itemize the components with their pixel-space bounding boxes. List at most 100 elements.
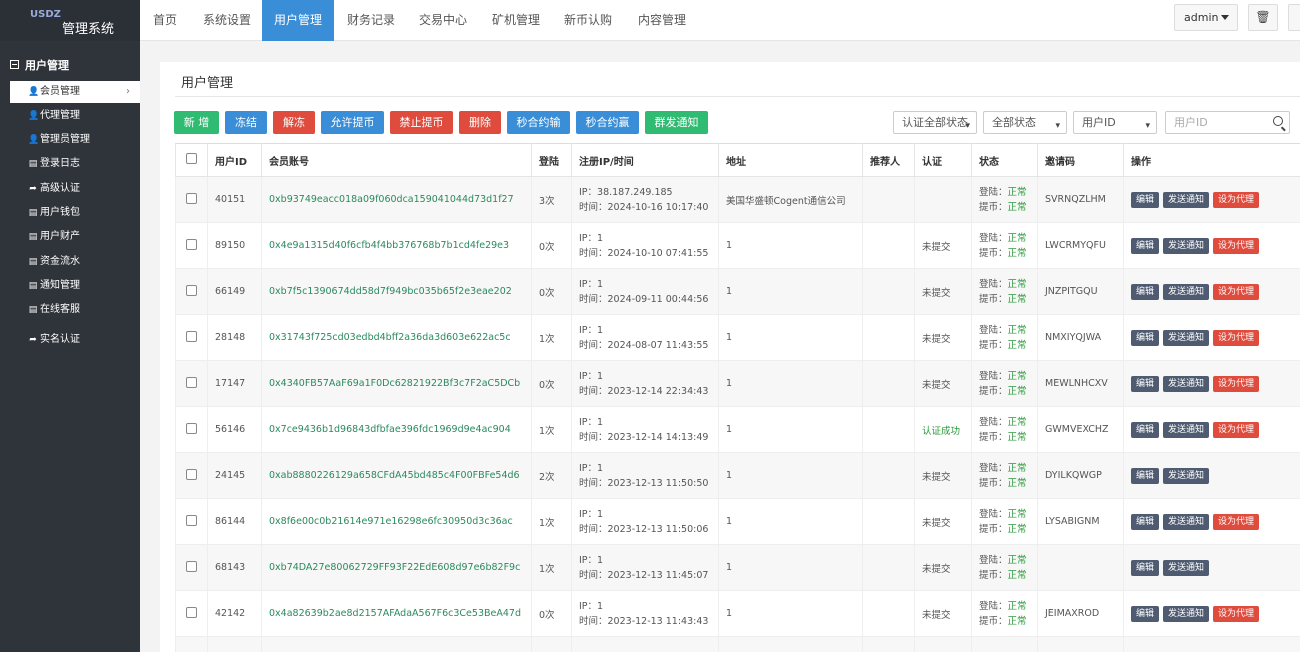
edit-button[interactable]: 编辑 [1131, 513, 1160, 530]
sidebar-item-notification-management[interactable]: ▤ 通知管理 [10, 275, 140, 297]
account-link[interactable] [261, 636, 532, 652]
freeze-button[interactable]: 冻结 [225, 111, 267, 134]
trash-button[interactable]: 🗑 [1248, 4, 1278, 31]
account-link[interactable]: 0xb7f5c1390674dd58d7f949bc035b65f2e3eae2… [261, 268, 532, 315]
send-notify-button[interactable]: 发送通知 [1163, 329, 1210, 346]
contract-win-button[interactable]: 秒合约赢 [576, 111, 639, 134]
nav-new-coin-subscription[interactable]: 新币认购 [552, 0, 624, 41]
account-link[interactable]: 0xb74DA27e80062729FF93F22EdE608d97e6b82F… [261, 544, 532, 591]
set-agent-button[interactable]: 设为代理 [1213, 605, 1260, 622]
edit-button[interactable]: 编辑 [1131, 329, 1160, 346]
edit-button[interactable]: 编辑 [1131, 237, 1160, 254]
row-checkbox[interactable] [175, 222, 208, 269]
admin-dropdown[interactable]: admin [1174, 4, 1238, 31]
row-checkbox[interactable] [175, 498, 208, 545]
set-agent-button[interactable]: 设为代理 [1213, 513, 1260, 530]
table-row[interactable]: 86144 0x8f6e00c0b21614e971e16298e6fc30950… [175, 498, 1300, 545]
forbid-withdraw-button[interactable]: 禁止提币 [390, 111, 453, 134]
row-checkbox[interactable] [175, 360, 208, 407]
edit-button[interactable]: 编辑 [1131, 421, 1160, 438]
sidebar-item-agent-management[interactable]: 👤代理管理 [10, 105, 140, 127]
table-row[interactable]: IP：1 登陆：正常 [175, 636, 1300, 652]
set-agent-button[interactable]: 设为代理 [1213, 191, 1260, 208]
account-link[interactable]: 0x7ce9436b1d96843dfbfae396fdc1969d9e4ac9… [261, 406, 532, 453]
set-agent-button[interactable]: 设为代理 [1213, 375, 1260, 392]
nav-home[interactable]: 首页 [140, 0, 190, 41]
table-row[interactable]: 28148 0x31743f725cd03edbd4bff2a36da3d603e… [175, 314, 1300, 361]
send-notify-button[interactable]: 发送通知 [1163, 237, 1210, 254]
table-row[interactable]: 89150 0x4e9a1315d40f6cfb4f4bb376768b7b1cd… [175, 222, 1300, 269]
edit-button[interactable]: 编辑 [1131, 605, 1160, 622]
col-user-id[interactable]: 用户ID [207, 143, 262, 177]
col-register-ip-time[interactable]: 注册IP/时间 [571, 143, 719, 177]
row-checkbox[interactable] [175, 406, 208, 453]
account-link[interactable]: 0x31743f725cd03edbd4bff2a36da3d603e622ac… [261, 314, 532, 361]
sidebar-item-fund-flow[interactable]: ▤ 资金流水 [10, 251, 140, 273]
table-row[interactable]: 56146 0x7ce9436b1d96843dfbfae396fdc1969d9… [175, 406, 1300, 453]
set-agent-button[interactable]: 设为代理 [1213, 283, 1260, 300]
set-agent-button[interactable]: 设为代理 [1213, 329, 1260, 346]
allow-withdraw-button[interactable]: 允许提币 [321, 111, 384, 134]
sidebar-item-member-management[interactable]: 👤会员管理 › [10, 81, 140, 103]
account-link[interactable]: 0x4a82639b2ae8d2157AFAdaA567F6c3Ce53BeA4… [261, 590, 532, 637]
col-auth[interactable]: 认证 [914, 143, 972, 177]
send-notify-button[interactable]: 发送通知 [1163, 421, 1210, 438]
col-status[interactable]: 状态 [971, 143, 1038, 177]
set-agent-button[interactable]: 设为代理 [1213, 237, 1260, 254]
edit-button[interactable]: 编辑 [1131, 191, 1160, 208]
search-icon[interactable] [1273, 116, 1283, 126]
edit-button[interactable]: 编辑 [1131, 467, 1160, 484]
row-checkbox[interactable] [175, 590, 208, 637]
send-notify-button[interactable]: 发送通知 [1163, 559, 1210, 576]
account-link[interactable]: 0xb93749eacc018a09f060dca159041044d73d1f… [261, 176, 532, 223]
nav-finance-records[interactable]: 财务记录 [336, 0, 406, 41]
search-input[interactable]: 用户ID [1165, 111, 1290, 134]
nav-miner-management[interactable]: 矿机管理 [480, 0, 552, 41]
col-invite-code[interactable]: 邀请码 [1037, 143, 1124, 177]
add-button[interactable]: 新 增 [174, 111, 219, 134]
row-checkbox[interactable] [175, 452, 208, 499]
unfreeze-button[interactable]: 解冻 [273, 111, 315, 134]
send-notify-button[interactable]: 发送通知 [1163, 191, 1210, 208]
more-button[interactable] [1288, 4, 1300, 31]
row-checkbox[interactable] [175, 636, 208, 652]
table-row[interactable]: 24145 0xab8880226129a658CFdA45bd485c4F00F… [175, 452, 1300, 499]
sidebar-item-online-support[interactable]: ▤ 在线客服 [10, 299, 140, 321]
sidebar-item-real-name-verification[interactable]: ➦ 实名认证 [10, 329, 140, 351]
sidebar-heading[interactable]: 用户管理 [10, 57, 69, 73]
table-row[interactable]: 68143 0xb74DA27e80062729FF93F22EdE608d97e… [175, 544, 1300, 591]
nav-user-management[interactable]: 用户管理 [262, 0, 334, 41]
row-checkbox[interactable] [175, 268, 208, 315]
account-link[interactable]: 0x4e9a1315d40f6cfb4f4bb376768b7b1cd4fe29… [261, 222, 532, 269]
edit-button[interactable]: 编辑 [1131, 559, 1160, 576]
search-field-select[interactable]: 用户ID ▾ [1073, 111, 1157, 134]
account-link[interactable]: 0x4340FB57AaF69a1F0Dc62821922Bf3c7F2aC5D… [261, 360, 532, 407]
col-address[interactable]: 地址 [718, 143, 863, 177]
col-account[interactable]: 会员账号 [261, 143, 532, 177]
sidebar-item-advanced-verification[interactable]: ➦ 高级认证 [10, 178, 140, 200]
set-agent-button[interactable]: 设为代理 [1213, 421, 1260, 438]
send-notify-button[interactable]: 发送通知 [1163, 605, 1210, 622]
nav-content-management[interactable]: 内容管理 [626, 0, 698, 41]
sidebar-item-user-assets[interactable]: ▤ 用户财产 [10, 226, 140, 248]
send-notify-button[interactable]: 发送通知 [1163, 375, 1210, 392]
col-logins[interactable]: 登陆 [531, 143, 572, 177]
nav-trading-center[interactable]: 交易中心 [408, 0, 478, 41]
delete-button[interactable]: 删除 [459, 111, 501, 134]
table-row[interactable]: 66149 0xb7f5c1390674dd58d7f949bc035b65f2e… [175, 268, 1300, 315]
sidebar-item-user-wallet[interactable]: ▤ 用户钱包 [10, 202, 140, 224]
mass-notify-button[interactable]: 群发通知 [645, 111, 708, 134]
sidebar-item-login-log[interactable]: ▤ 登录日志 [10, 153, 140, 175]
send-notify-button[interactable]: 发送通知 [1163, 283, 1210, 300]
select-all-checkbox[interactable] [175, 143, 208, 177]
col-referrer[interactable]: 推荐人 [862, 143, 915, 177]
account-link[interactable]: 0x8f6e00c0b21614e971e16298e6fc30950d3c36… [261, 498, 532, 545]
table-row[interactable]: 17147 0x4340FB57AaF69a1F0Dc62821922Bf3c7F… [175, 360, 1300, 407]
sidebar-item-admin-management[interactable]: 👤管理员管理 [10, 129, 140, 151]
edit-button[interactable]: 编辑 [1131, 283, 1160, 300]
send-notify-button[interactable]: 发送通知 [1163, 513, 1210, 530]
status-select[interactable]: 全部状态 ▾ [983, 111, 1067, 134]
edit-button[interactable]: 编辑 [1131, 375, 1160, 392]
table-row[interactable]: 40151 0xb93749eacc018a09f060dca159041044d… [175, 176, 1300, 223]
contract-lose-button[interactable]: 秒合约输 [507, 111, 570, 134]
